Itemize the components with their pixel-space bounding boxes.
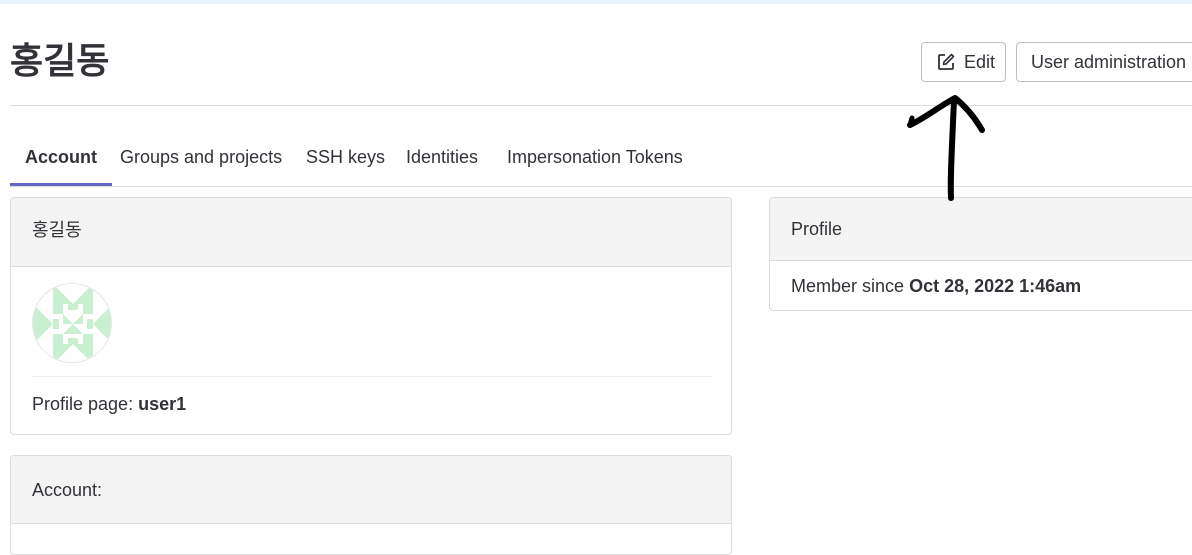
card-divider (32, 376, 712, 377)
top-banner-strip (0, 0, 1192, 4)
account-card-header: Account: (11, 456, 731, 524)
page-title: 홍길동 (10, 41, 110, 82)
tab-account[interactable]: Account (10, 130, 112, 186)
member-since-label: Member since (791, 276, 905, 296)
tab-identities[interactable]: Identities (391, 130, 493, 186)
tab-ssh-keys[interactable]: SSH keys (291, 130, 400, 186)
annotation-arrow-icon (907, 95, 985, 201)
profile-username-link[interactable]: user1 (138, 394, 186, 414)
user-card-header: 홍길동 (11, 198, 731, 267)
profile-page-label: Profile page: (32, 394, 134, 414)
header-divider (10, 105, 1192, 106)
user-tabs: Account Groups and projects SSH keys Ide… (10, 130, 1192, 186)
account-card: Account: (10, 455, 732, 555)
user-administration-dropdown[interactable]: User administration ▾ (1016, 42, 1192, 82)
tab-groups-and-projects[interactable]: Groups and projects (105, 130, 297, 186)
edit-icon (938, 53, 955, 70)
member-since-line: Member since Oct 28, 2022 1:46am (791, 276, 1081, 297)
profile-card: Profile Member since Oct 28, 2022 1:46am (769, 197, 1192, 311)
member-since-date: Oct 28, 2022 1:46am (909, 276, 1082, 296)
tabs-divider (10, 186, 1192, 187)
tab-impersonation-tokens[interactable]: Impersonation Tokens (492, 130, 698, 186)
user-administration-label: User administration (1031, 51, 1187, 72)
edit-label: Edit (964, 51, 996, 72)
avatar (32, 283, 112, 363)
profile-page-line: Profile page: user1 (32, 394, 186, 415)
user-info-card: 홍길동 Profile page: user1 (10, 197, 732, 435)
edit-button[interactable]: Edit (921, 42, 1006, 82)
